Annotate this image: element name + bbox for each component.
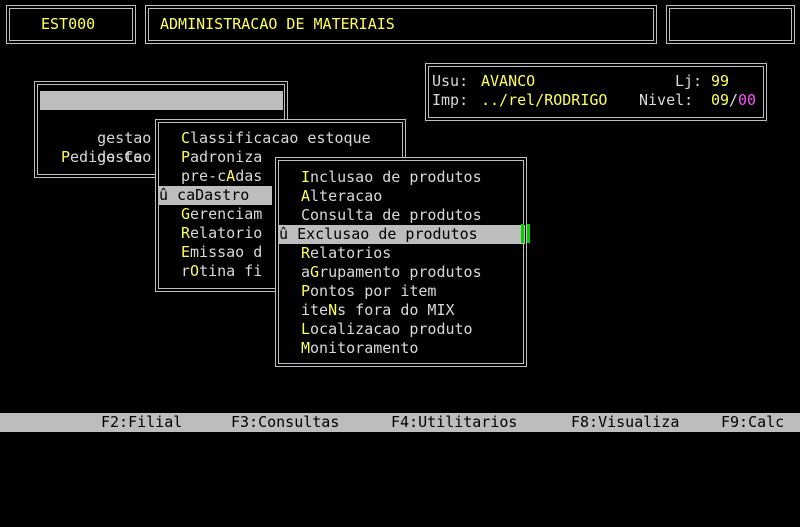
level-separator: / [729, 91, 739, 109]
menu-item-pontos[interactable]: Pontos por item [301, 282, 436, 301]
level-value-secondary: 00 [738, 91, 757, 109]
menu-item-cadastro[interactable]: û caDastro [159, 186, 272, 205]
submenu-cadastro: Inclusao de produtos Alteracao Consulta … [275, 157, 527, 367]
fkey-visualiza[interactable]: F8:Visualiza [571, 413, 679, 432]
menu-item-relatorios[interactable]: Relatorios [301, 244, 391, 263]
user-value: AVANCO [481, 72, 536, 90]
store-value: 99 [711, 72, 730, 90]
program-code-box: EST000 [6, 5, 136, 44]
fkey-calc[interactable]: F9:Calc [721, 413, 784, 432]
menu-item-inclusao[interactable]: Inclusao de produtos [301, 168, 482, 187]
printer-value: ../rel/RODRIGO [481, 91, 608, 109]
menu-item-emissao[interactable]: Emissao d [181, 243, 262, 262]
level-label: Nivel: [639, 91, 694, 109]
menu-item-pre-cadas[interactable]: pre-cAdas [181, 167, 262, 186]
fkey-consultas[interactable]: F3:Consultas [231, 413, 339, 432]
program-code: EST000 [41, 15, 96, 33]
menu-item-gestao-estoque[interactable]: û gestao de Estoque [40, 91, 283, 128]
fkey-filial[interactable]: F2:Filial [101, 413, 182, 432]
system-title-box: ADMINISTRACAO DE MATERIAIS [145, 5, 657, 44]
menu-item-monitoramento[interactable]: Monitoramento [301, 339, 418, 358]
printer-label: Imp: [432, 91, 469, 109]
menu-item-consulta[interactable]: Consulta de produtos [301, 206, 482, 225]
menu-item-alteracao[interactable]: Alteracao [301, 187, 382, 206]
text-cursor-2 [527, 224, 530, 243]
fkey-utilitarios[interactable]: F4:Utilitarios [391, 413, 517, 432]
menu-item-agrupamento[interactable]: aGrupamento produtos [301, 263, 482, 282]
menu-item-relatorio[interactable]: Relatorio [181, 224, 262, 243]
user-info-box: Usu: AVANCO Lj: 99 Imp: ../rel/RODRIGO N… [425, 63, 767, 121]
menu-item-gerenciam[interactable]: Gerenciam [181, 205, 262, 224]
menu-item-exclusao[interactable]: û Exclusao de produtos [279, 225, 525, 244]
menu-item-pedido[interactable]: Pedido Ce [61, 148, 142, 167]
store-label: Lj: [675, 72, 703, 90]
header-right-box [666, 5, 795, 44]
system-title: ADMINISTRACAO DE MATERIAIS [160, 15, 395, 33]
user-label: Usu: [432, 72, 469, 90]
menu-item-padroniza[interactable]: Padroniza [181, 148, 262, 167]
menu-item-itens-fora-mix[interactable]: iteNs fora do MIX [301, 301, 455, 320]
text-cursor [521, 224, 524, 243]
function-key-bar: F2:Filial F3:Consultas F4:Utilitarios F8… [0, 413, 800, 432]
menu-item-localizacao[interactable]: Localizacao produto [301, 320, 473, 339]
level-value: 09 [711, 91, 730, 109]
menu-item-rotina[interactable]: rOtina fi [181, 262, 262, 281]
menu-item-classificacao[interactable]: Classificacao estoque [181, 129, 371, 148]
